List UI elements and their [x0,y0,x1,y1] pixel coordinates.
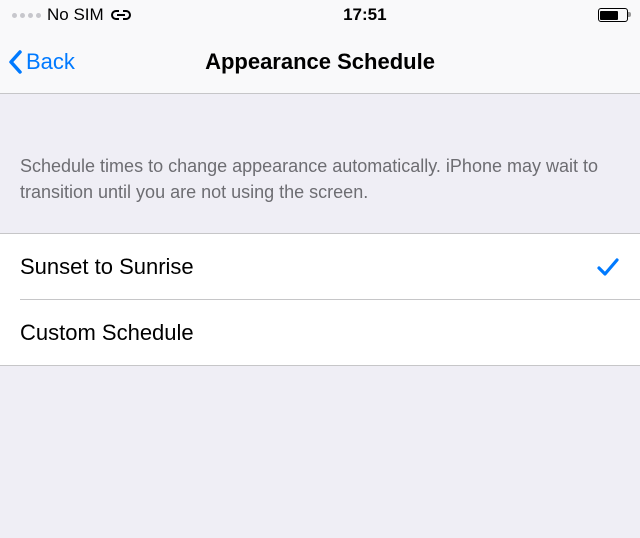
page-title: Appearance Schedule [10,49,630,75]
status-left: No SIM [12,5,132,25]
status-bar: No SIM 17:51 [0,0,640,30]
nav-bar: Back Appearance Schedule [0,30,640,94]
signal-dots-icon [12,13,41,18]
carrier-text: No SIM [47,5,104,25]
options-list: Sunset to Sunrise Custom Schedule [0,233,640,366]
option-label: Sunset to Sunrise [20,254,194,280]
option-custom-schedule[interactable]: Custom Schedule [0,300,640,365]
checkmark-icon [596,255,620,279]
battery-icon [598,8,628,22]
back-label: Back [26,49,75,75]
status-right [598,8,628,22]
back-button[interactable]: Back [8,49,75,75]
chevron-left-icon [8,49,24,75]
section-description: Schedule times to change appearance auto… [0,94,640,233]
status-time: 17:51 [343,5,386,25]
option-label: Custom Schedule [20,320,194,346]
hotspot-icon [110,8,132,22]
footer-space [0,366,640,486]
option-sunset-to-sunrise[interactable]: Sunset to Sunrise [0,234,640,299]
